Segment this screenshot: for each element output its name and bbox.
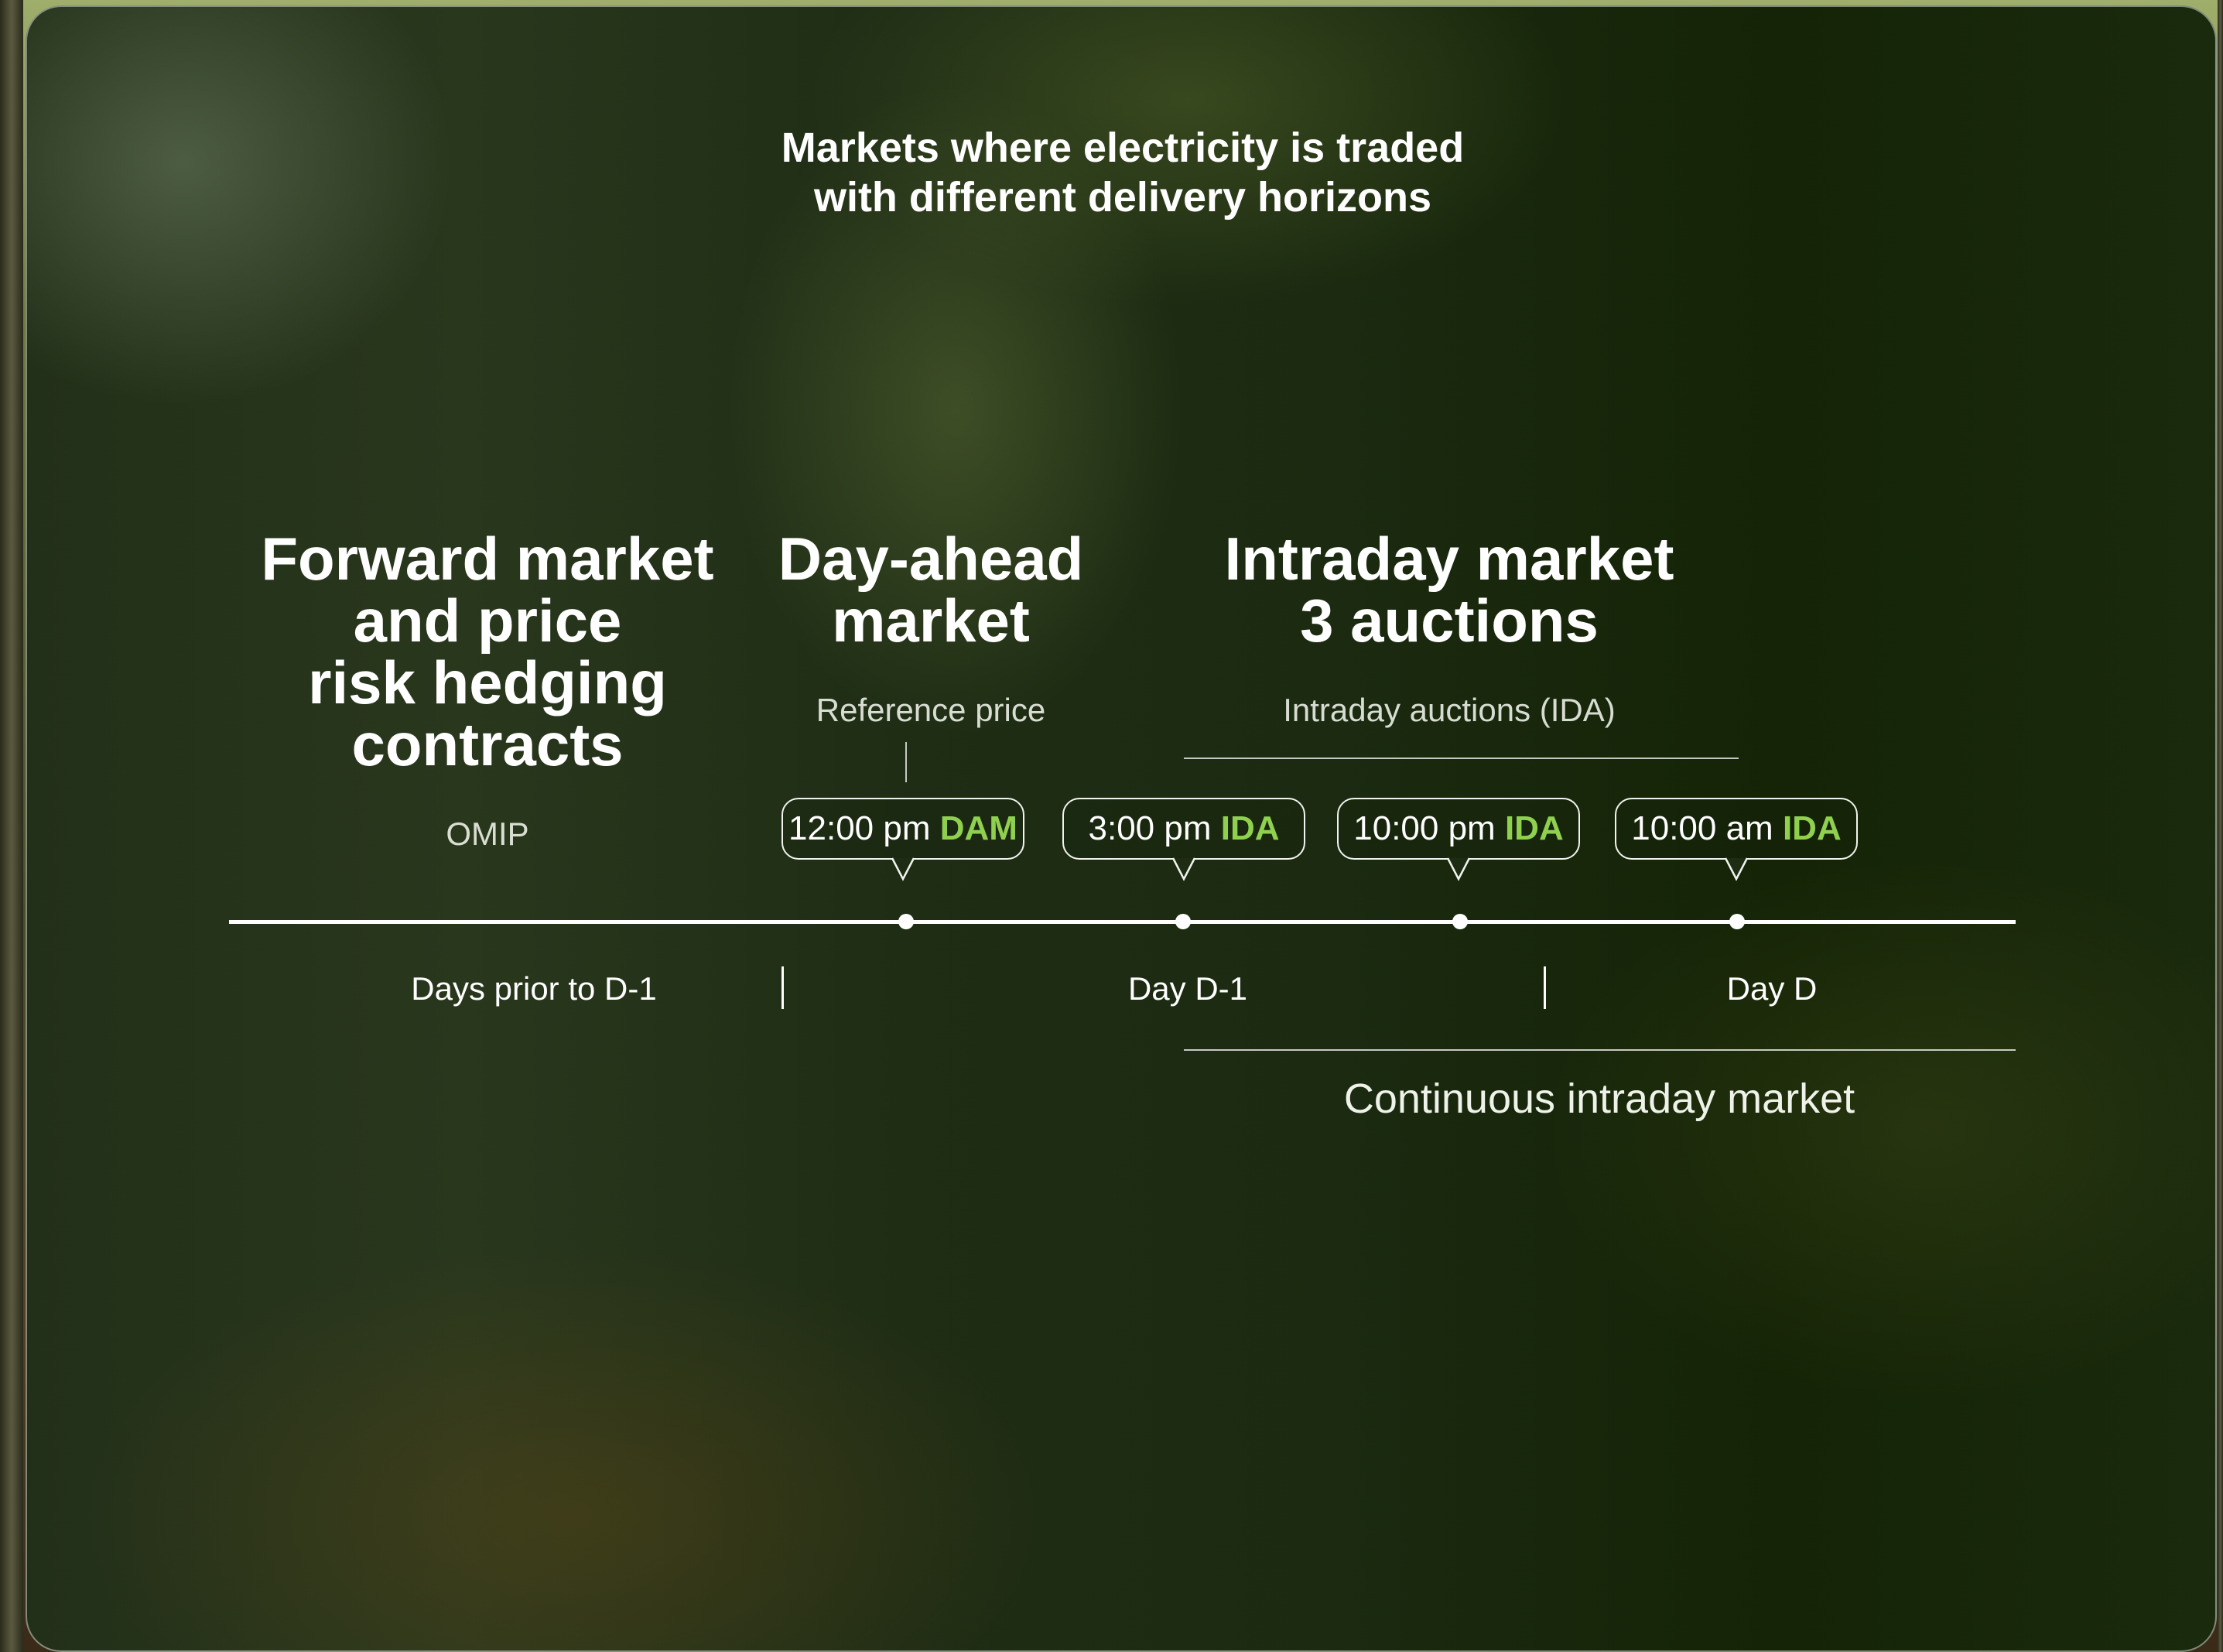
pointer-ida-2 <box>1446 857 1471 881</box>
timeline-dot-ida-3 <box>1729 914 1745 929</box>
timeline-dot-ida-2 <box>1452 914 1468 929</box>
period-days-prior: Days prior to D-1 <box>411 970 657 1007</box>
timeline-dot-dam <box>898 914 914 929</box>
badge-pointers <box>891 857 1749 881</box>
pointer-ida-1 <box>1171 857 1196 881</box>
pointer-ida-3 <box>1724 857 1749 881</box>
infographic-card: Markets where electricity is traded with… <box>26 5 2217 1652</box>
continuous-intraday-label: Continuous intraday market <box>1343 1076 1855 1122</box>
pointer-dam <box>891 857 915 881</box>
period-divider-1 <box>781 966 784 1009</box>
timeline-dot-ida-1 <box>1175 914 1191 929</box>
period-day-d-1: Day D-1 <box>1127 970 1248 1007</box>
period-day-d: Day D <box>1726 970 1818 1007</box>
timeline-axis <box>229 920 2016 924</box>
continuous-bracket <box>1184 1049 2016 1051</box>
